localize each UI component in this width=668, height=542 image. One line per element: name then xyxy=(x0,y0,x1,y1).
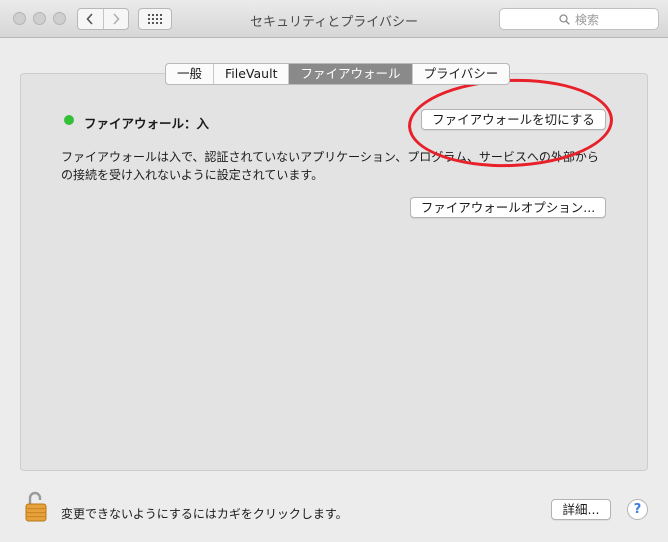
lock-instruction-text: 変更できないようにするにはカギをクリックします。 xyxy=(61,507,348,521)
tab-privacy[interactable]: プライバシー xyxy=(411,64,510,84)
turn-off-firewall-button[interactable]: ファイアウォールを切にする xyxy=(421,109,606,130)
search-placeholder: 検索 xyxy=(574,12,599,27)
tab-filevault[interactable]: FileVault xyxy=(213,64,288,84)
unlocked-padlock-icon xyxy=(25,491,47,522)
help-button[interactable]: ? xyxy=(627,499,648,520)
tab-bar: 一般 FileVault ファイアウォール プライバシー xyxy=(165,63,511,85)
firewall-description: ファイアウォールは入で、認証されていないアプリケーション、プログラム、サービスへ… xyxy=(61,150,599,182)
title-bar: セキュリティとプライバシー 検索 xyxy=(0,0,668,38)
tab-general[interactable]: 一般 xyxy=(166,64,213,84)
status-indicator-dot xyxy=(64,115,74,125)
search-icon xyxy=(559,13,570,25)
search-field[interactable]: 検索 xyxy=(499,8,659,30)
lock-button[interactable] xyxy=(25,490,47,522)
firewall-status-label: ファイアウォール：入 xyxy=(84,116,210,131)
details-button[interactable]: 詳細... xyxy=(551,499,611,520)
firewall-options-button[interactable]: ファイアウォールオプション... xyxy=(410,197,606,218)
firewall-panel xyxy=(20,73,648,471)
tab-firewall[interactable]: ファイアウォール xyxy=(288,64,412,84)
